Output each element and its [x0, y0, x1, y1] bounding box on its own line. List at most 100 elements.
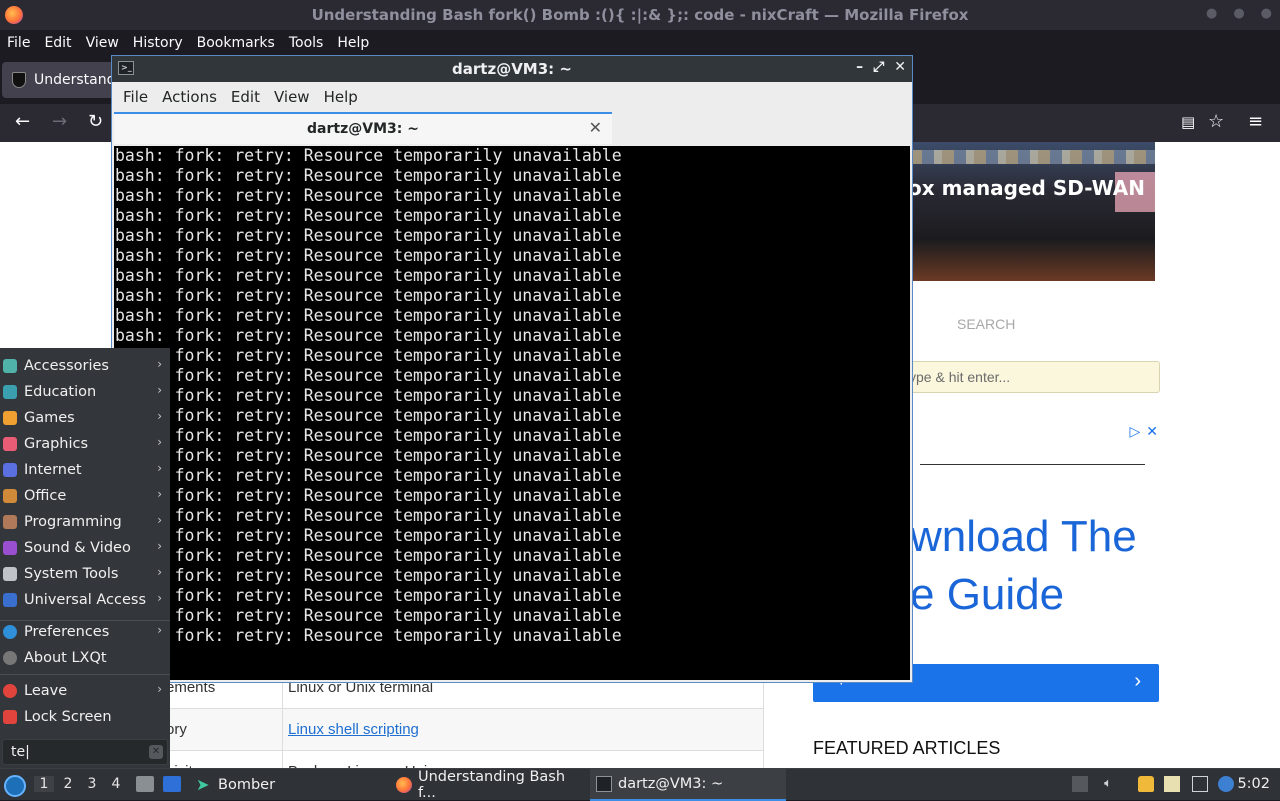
shell-scripting-link[interactable]: Linux shell scripting [288, 721, 419, 738]
close-tab-icon[interactable]: ✕ [589, 118, 602, 137]
minimize-icon[interactable]: – [856, 59, 863, 75]
terminal-menu-file[interactable]: File [116, 88, 155, 106]
menu-search-input[interactable]: te| ✕ [2, 739, 168, 765]
terminal-line: bash: fork: retry: Resource temporarily … [115, 406, 622, 425]
terminal-menubar: File Actions Edit View Help [112, 82, 912, 112]
chevron-right-icon: › [157, 383, 162, 397]
site-search-input[interactable]: ype & hit enter... [880, 361, 1160, 393]
ad-close-icon[interactable]: ✕ [1146, 424, 1158, 440]
menu-file[interactable]: File [0, 35, 37, 51]
menu-item-about-lxqt[interactable]: About LXQt [0, 645, 170, 671]
featured-articles-heading: FEATURED ARTICLES [813, 738, 1001, 758]
menu-category-graphics[interactable]: Graphics › [0, 431, 170, 457]
clipboard-icon[interactable] [1072, 776, 1088, 792]
menu-category-programming[interactable]: Programming › [0, 509, 170, 535]
menu-item-leave[interactable]: Leave › [0, 678, 170, 704]
terminal-line: bash: fork: retry: Resource temporarily … [115, 166, 622, 185]
updates-icon[interactable] [1218, 776, 1234, 792]
minimize-icon[interactable]: ● [1206, 6, 1217, 21]
menu-item-preferences[interactable]: Preferences › [0, 619, 170, 645]
clear-search-icon[interactable]: ✕ [149, 745, 163, 759]
terminal-line: bash: fork: retry: Resource temporarily … [115, 346, 622, 365]
menu-category-sound-video[interactable]: Sound & Video › [0, 535, 170, 561]
chevron-right-icon: › [157, 461, 162, 475]
network-icon[interactable] [1192, 776, 1208, 792]
reload-icon[interactable]: ↻ [88, 112, 103, 132]
terminal-line: bash: fork: retry: Resource temporarily … [115, 606, 622, 625]
terminal-line: bash: fork: retry: Resource temporarily … [115, 266, 622, 285]
hamburger-menu-icon[interactable]: ≡ [1248, 112, 1263, 132]
workspace-2[interactable]: 2 [58, 776, 78, 792]
menu-help[interactable]: Help [330, 35, 376, 51]
advertisement[interactable]: ▷ ✕ wnload The e Guide [880, 422, 1160, 702]
ad-choices-icon[interactable]: ▷ [1129, 424, 1140, 440]
terminal-line: bash: fork: retry: Resource temporarily … [115, 326, 622, 345]
back-icon[interactable]: ← [15, 112, 30, 132]
menu-category-system-tools[interactable]: System Tools › [0, 561, 170, 587]
notes-icon[interactable] [1164, 776, 1180, 792]
menu-item-label: Games [24, 410, 75, 426]
chevron-right-icon: › [157, 565, 162, 579]
forward-icon[interactable]: → [52, 112, 67, 132]
system-tools-icon [3, 567, 17, 581]
maximize-icon[interactable]: ● [1233, 6, 1244, 21]
task-label: dartz@VM3: ~ [618, 776, 724, 792]
menu-category-games[interactable]: Games › [0, 405, 170, 431]
menu-view[interactable]: View [79, 35, 126, 51]
tux-favicon-icon [12, 72, 26, 88]
task-firefox[interactable]: Understanding Bash f... [390, 769, 586, 801]
hero-image-stripe [878, 150, 1155, 164]
terminal-tab[interactable]: dartz@VM3: ~ ✕ [114, 112, 612, 144]
terminal-menu-help[interactable]: Help [317, 88, 365, 106]
terminal-menu-view[interactable]: View [267, 88, 317, 106]
menu-category-office[interactable]: Office › [0, 483, 170, 509]
workspace-1[interactable]: 1 [34, 776, 54, 792]
main-menu-button[interactable] [4, 775, 26, 797]
clock[interactable]: 5:02 [1237, 776, 1270, 792]
lock-keys-icon[interactable] [1138, 776, 1154, 792]
reader-view-icon[interactable]: ▤ [1181, 112, 1195, 132]
menu-search-value: te [11, 744, 26, 760]
terminal-menu-actions[interactable]: Actions [155, 88, 224, 106]
menu-item-lock-screen[interactable]: Lock Screen [0, 704, 170, 730]
show-desktop-icon[interactable] [163, 776, 181, 792]
menu-category-education[interactable]: Education › [0, 379, 170, 405]
file-manager-icon[interactable] [136, 776, 154, 792]
menu-tools[interactable]: Tools [282, 35, 331, 51]
terminal-window-title: dartz@VM3: ~ [452, 60, 572, 78]
terminal-output[interactable]: bash: fork: retry: Resource temporarily … [114, 146, 910, 680]
menu-edit[interactable]: Edit [37, 35, 78, 51]
close-icon[interactable]: ✕ [894, 59, 906, 75]
hero-banner-image[interactable]: ox managed SD-WAN [878, 142, 1155, 281]
menu-bookmarks[interactable]: Bookmarks [190, 35, 282, 51]
terminal-line: bash: fork: retry: Resource temporarily … [115, 526, 622, 545]
menu-history[interactable]: History [126, 35, 190, 51]
menu-category-universal-access[interactable]: Universal Access › [0, 587, 170, 613]
terminal-window-buttons: – ⤢ ✕ [856, 59, 906, 75]
terminal-titlebar[interactable]: >_ dartz@VM3: ~ – ⤢ ✕ [112, 56, 912, 82]
browser-tab-label: Understandi [34, 72, 120, 88]
close-icon[interactable]: ● [1261, 6, 1272, 21]
ad-choices[interactable]: ▷ ✕ [1129, 424, 1158, 440]
workspace-4[interactable]: 4 [106, 776, 126, 792]
power-icon [3, 684, 17, 698]
terminal-line: bash: fork: retry: Resource temporarily … [115, 386, 622, 405]
workspace-3[interactable]: 3 [82, 776, 102, 792]
terminal-window[interactable]: >_ dartz@VM3: ~ – ⤢ ✕ File Actions Edit … [111, 55, 913, 683]
task-label: Understanding Bash f... [418, 769, 566, 801]
firefox-window-buttons: ● ● ● [1206, 6, 1272, 21]
games-icon [3, 411, 17, 425]
bookmark-star-icon[interactable]: ☆ [1208, 112, 1224, 132]
task-bomber[interactable]: ➤ Bomber [190, 769, 386, 801]
volume-icon[interactable]: 🔈︎ [1100, 776, 1116, 792]
task-terminal[interactable]: dartz@VM3: ~ [590, 769, 786, 801]
menu-item-label: Lock Screen [24, 709, 112, 725]
terminal-line: bash: fork: retry: Resource temporarily … [115, 186, 622, 205]
menu-category-internet[interactable]: Internet › [0, 457, 170, 483]
terminal-menu-edit[interactable]: Edit [224, 88, 267, 106]
menu-category-accessories[interactable]: Accessories › [0, 353, 170, 379]
maximize-icon[interactable]: ⤢ [873, 59, 884, 75]
terminal-line: bash: fork: retry: Resource temporarily … [115, 566, 622, 585]
preferences-icon [3, 625, 17, 639]
table-cell: Linux shell scripting [282, 708, 764, 751]
